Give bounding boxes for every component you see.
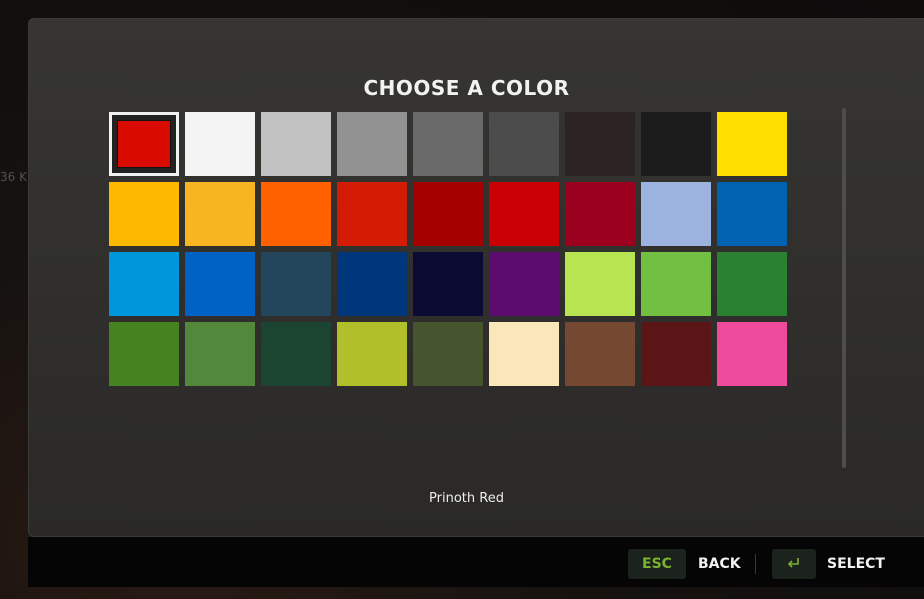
scrollbar[interactable] [842,108,846,468]
color-swatch[interactable] [109,252,179,316]
color-swatch[interactable] [413,112,483,176]
color-swatch[interactable] [337,322,407,386]
color-swatch[interactable] [109,182,179,246]
enter-key-badge[interactable] [772,549,816,579]
color-swatch[interactable] [565,322,635,386]
color-swatch[interactable] [185,252,255,316]
color-swatch[interactable] [565,252,635,316]
esc-key-badge[interactable]: ESC [628,549,686,579]
color-swatch[interactable] [109,322,179,386]
color-swatch[interactable] [717,112,787,176]
color-swatch[interactable] [489,252,559,316]
dialog-title: CHOOSE A COLOR [363,76,570,100]
color-swatch[interactable] [261,322,331,386]
color-swatch[interactable] [261,182,331,246]
color-swatch[interactable] [489,182,559,246]
color-swatch[interactable] [337,112,407,176]
color-swatch[interactable] [185,182,255,246]
color-swatch[interactable] [337,182,407,246]
color-swatch[interactable] [641,252,711,316]
color-swatch[interactable] [413,182,483,246]
color-swatch[interactable] [565,112,635,176]
color-swatch[interactable] [185,112,255,176]
color-swatch[interactable] [261,252,331,316]
color-swatch-grid [109,112,787,386]
color-swatch[interactable] [717,252,787,316]
color-swatch[interactable] [489,112,559,176]
select-button[interactable]: SELECT [827,556,885,572]
color-swatch[interactable] [717,322,787,386]
color-picker-dialog: CHOOSE A COLOR Prinoth Red [28,18,924,537]
color-swatch[interactable] [641,322,711,386]
color-swatch[interactable] [337,252,407,316]
color-swatch-fill [118,121,170,167]
color-swatch[interactable] [109,112,179,176]
color-swatch[interactable] [565,182,635,246]
color-swatch[interactable] [261,112,331,176]
enter-key-icon [787,558,799,568]
background-hud-text: 36 K [0,170,27,184]
back-button[interactable]: BACK [698,556,741,572]
color-swatch[interactable] [717,182,787,246]
color-swatch[interactable] [413,252,483,316]
color-swatch[interactable] [641,112,711,176]
color-swatch[interactable] [641,182,711,246]
footer-divider [755,554,756,574]
color-swatch[interactable] [185,322,255,386]
color-swatch[interactable] [489,322,559,386]
selected-color-name: Prinoth Red [429,491,504,506]
footer-action-bar: ESC BACK SELECT [28,537,924,587]
color-swatch[interactable] [413,322,483,386]
